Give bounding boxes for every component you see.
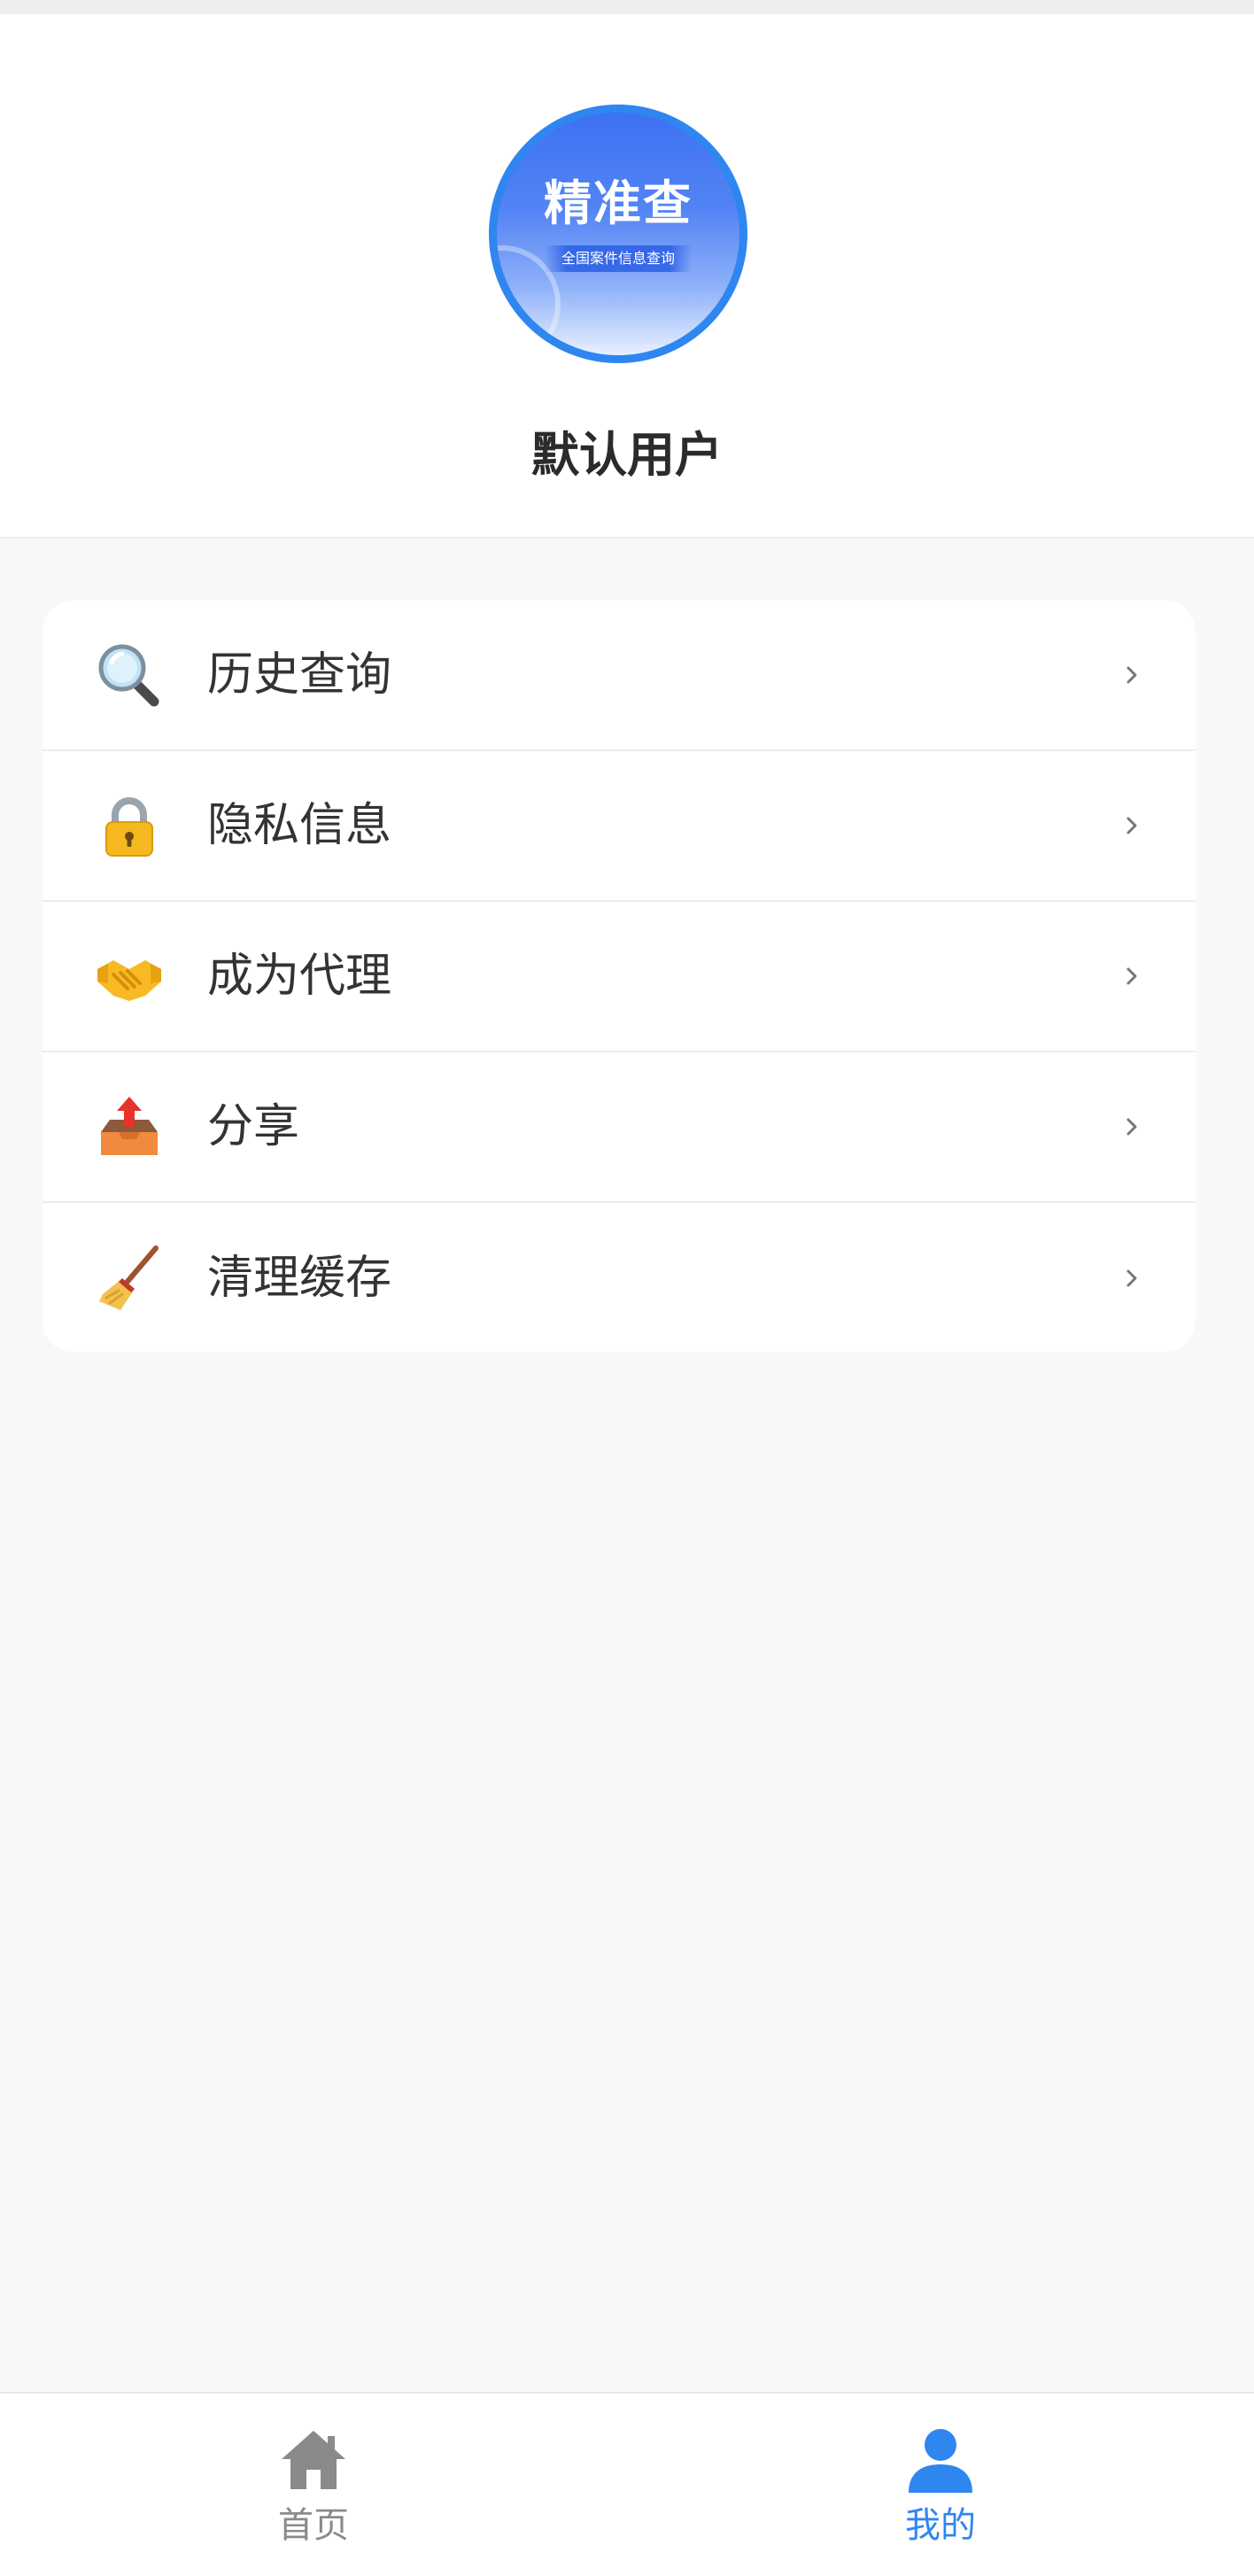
avatar-logo-title: 精准查	[544, 175, 693, 231]
chevron-right-icon	[1121, 1109, 1142, 1144]
chevron-right-icon	[1121, 657, 1142, 693]
status-strip	[0, 0, 1254, 14]
chevron-right-icon	[1121, 808, 1142, 843]
profile-header: 精准查 全国案件信息查询 默认用户	[0, 14, 1254, 539]
menu-item-clear-cache[interactable]: 清理缓存	[43, 1203, 1196, 1352]
menu-item-history[interactable]: 历史查询	[43, 601, 1196, 751]
tab-label: 我的	[905, 2505, 976, 2546]
user-name: 默认用户	[531, 427, 723, 483]
tab-home[interactable]: 首页	[0, 2394, 627, 2576]
home-icon	[278, 2425, 349, 2496]
bottom-tab-bar: 首页 我的	[0, 2392, 1254, 2576]
menu-card: 历史查询 隐私信息 成为代理 分享 清理缓存	[43, 601, 1196, 1352]
menu-item-label: 隐私信息	[207, 799, 392, 852]
menu-item-privacy[interactable]: 隐私信息	[43, 751, 1196, 902]
lock-icon	[96, 792, 163, 859]
outbox-tray-icon	[96, 1093, 163, 1160]
tab-label: 首页	[278, 2505, 349, 2546]
menu-item-label: 清理缓存	[207, 1252, 392, 1305]
broom-icon	[96, 1245, 163, 1312]
menu-item-label: 分享	[207, 1100, 300, 1153]
chevron-right-icon	[1121, 958, 1142, 994]
handshake-icon	[96, 943, 163, 1010]
menu-item-label: 成为代理	[207, 950, 392, 1003]
tab-mine[interactable]: 我的	[627, 2394, 1254, 2576]
menu-item-become-agent[interactable]: 成为代理	[43, 902, 1196, 1052]
chevron-right-icon	[1121, 1261, 1142, 1296]
magnifier-icon	[96, 641, 163, 709]
menu-item-label: 历史查询	[207, 648, 392, 702]
avatar-logo-subtitle: 全国案件信息查询	[545, 245, 692, 272]
avatar[interactable]: 精准查 全国案件信息查询	[489, 105, 747, 363]
user-icon	[905, 2425, 976, 2496]
menu-item-share[interactable]: 分享	[43, 1052, 1196, 1203]
